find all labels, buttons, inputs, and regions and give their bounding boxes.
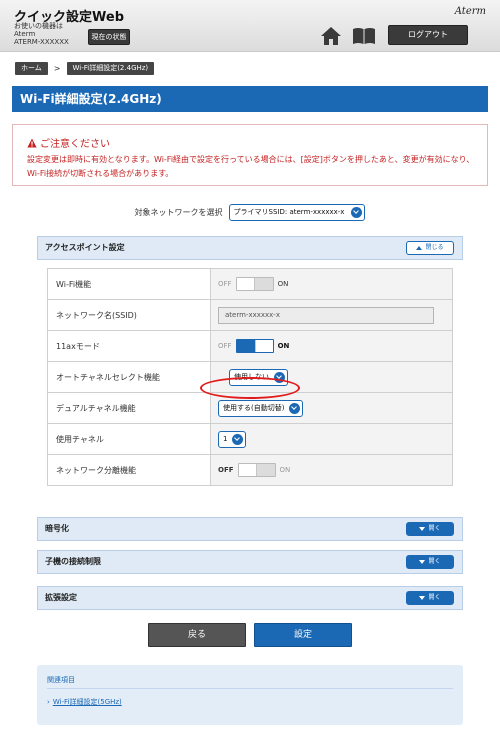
back-button[interactable]: 戻る: [148, 623, 246, 647]
table-row: 使用チャネル 1: [47, 423, 453, 455]
table-row: ネットワーク分離機能 OFF ON: [47, 454, 453, 486]
section-encryption-title: 暗号化: [45, 524, 69, 533]
wifi-function-toggle[interactable]: OFF ON: [218, 277, 288, 291]
section-access-point-title: アクセスポイント設定: [45, 243, 125, 252]
network-separation-toggle[interactable]: OFF ON: [218, 463, 290, 477]
section-advanced: 拡張設定 開く: [37, 586, 463, 610]
network-separation-label: ネットワーク分離機能: [47, 454, 211, 486]
ssid-label: ネットワーク名(SSID): [47, 299, 211, 331]
chevron-down-icon: [419, 559, 426, 564]
apply-button[interactable]: 設定: [254, 623, 352, 647]
dual-channel-select-value: 使用する(自動切替): [223, 403, 285, 412]
bullet-icon: ›: [47, 698, 50, 706]
expand-label: 開く: [428, 525, 441, 532]
toggle-knob: [254, 340, 273, 352]
expand-label: 開く: [428, 594, 441, 601]
toggle-off-label: OFF: [218, 280, 232, 288]
chevron-down-icon: [419, 595, 426, 600]
table-row: Wi-Fi機能 OFF ON: [47, 268, 453, 300]
ssid-value: aterm-xxxxxx-x: [210, 299, 453, 331]
breadcrumb-current: Wi-Fi詳細設定(2.4GHz): [66, 61, 155, 75]
header: クイック設定Web お使いの機器は Aterm ATERM-XXXXXX 現在の…: [0, 0, 500, 52]
table-row: ネットワーク名(SSID) aterm-xxxxxx-x: [47, 299, 453, 331]
channel-select[interactable]: 1: [218, 430, 247, 448]
expand-client-restriction-button[interactable]: 開く: [406, 555, 454, 569]
network-select[interactable]: プライマリSSID: aterm-xxxxxx-x: [228, 204, 366, 221]
ax-mode-toggle[interactable]: OFF ON: [218, 339, 289, 353]
page-title: Wi-Fi詳細設定(2.4GHz): [12, 86, 488, 112]
related-divider: [47, 688, 453, 689]
toggle-off-label: OFF: [218, 342, 232, 350]
related-link-text: Wi-Fi詳細設定(5GHz): [52, 698, 122, 706]
section-access-point: アクセスポイント設定 閉じる: [37, 236, 463, 260]
highlight-ring: [200, 377, 300, 399]
channel-value: 1: [210, 423, 453, 455]
section-client-restriction-title: 子機の接続制限: [45, 557, 101, 566]
home-icon[interactable]: [320, 26, 342, 46]
chevron-down-icon: [351, 207, 363, 218]
table-row: 11axモード OFF ON: [47, 330, 453, 362]
network-select-label: 対象ネットワークを選択: [134, 208, 223, 217]
expand-advanced-button[interactable]: 開く: [406, 591, 454, 605]
auto-channel-label: オートチャネルセレクト機能: [47, 361, 211, 393]
toggle-on-label: ON: [279, 466, 291, 474]
chevron-down-icon: [419, 526, 426, 531]
ax-mode-label: 11axモード: [47, 330, 211, 362]
section-advanced-title: 拡張設定: [45, 593, 77, 602]
expand-encryption-button[interactable]: 開く: [406, 522, 454, 536]
toggle-knob: [236, 278, 255, 290]
wifi-function-label: Wi-Fi機能: [47, 268, 211, 300]
notice-text: 設定変更は即時に有効となります。Wi-Fi経由で設定を行っている場合には、[設定…: [27, 155, 475, 178]
toggle-knob: [238, 464, 257, 476]
chevron-up-icon: [416, 245, 423, 250]
related-title: 関連項目: [47, 676, 75, 684]
toggle-track: [235, 277, 274, 291]
section-encryption: 暗号化 開く: [37, 517, 463, 541]
ax-mode-value: OFF ON: [210, 330, 453, 362]
current-status-button[interactable]: 現在の状態: [88, 29, 130, 45]
chevron-down-icon: [289, 402, 301, 414]
notice-box: ご注意ください 設定変更は即時に有効となります。Wi-Fi経由で設定を行っている…: [12, 124, 488, 186]
warning-icon: [27, 138, 37, 147]
toggle-on-label: ON: [277, 342, 290, 350]
ssid-input[interactable]: aterm-xxxxxx-x: [218, 306, 434, 324]
breadcrumb-home[interactable]: ホーム: [15, 61, 48, 75]
related-items: 関連項目 › Wi-Fi詳細設定(5GHz): [37, 665, 463, 725]
chevron-down-icon: [232, 433, 244, 445]
expand-label: 開く: [428, 558, 441, 565]
notice-title: ご注意ください: [27, 135, 110, 150]
toggle-on-label: ON: [277, 280, 289, 288]
related-link-5ghz[interactable]: › Wi-Fi詳細設定(5GHz): [47, 697, 122, 707]
breadcrumb-separator: >: [53, 63, 61, 73]
toggle-off-label: OFF: [218, 466, 234, 474]
network-separation-value: OFF ON: [210, 454, 453, 486]
device-name: Aterm: [14, 30, 36, 38]
dual-channel-select[interactable]: 使用する(自動切替): [218, 399, 304, 417]
dual-channel-label: デュアルチャネル機能: [47, 392, 211, 424]
channel-select-value: 1: [223, 434, 228, 443]
manual-book-icon[interactable]: [352, 27, 376, 45]
toggle-track: [237, 463, 276, 477]
section-client-restriction: 子機の接続制限 開く: [37, 550, 463, 574]
device-model: ATERM-XXXXXX: [14, 38, 69, 46]
collapse-label: 閉じる: [425, 244, 444, 251]
channel-label: 使用チャネル: [47, 423, 211, 455]
brand-logo: Aterm: [454, 6, 486, 17]
notice-title-text: ご注意ください: [40, 139, 110, 150]
collapse-access-point-button[interactable]: 閉じる: [406, 241, 454, 255]
logout-button[interactable]: ログアウト: [388, 25, 468, 45]
network-select-row: 対象ネットワークを選択 プライマリSSID: aterm-xxxxxx-x: [0, 204, 500, 221]
device-label: お使いの機器は: [14, 22, 63, 30]
network-select-value: プライマリSSID: aterm-xxxxxx-x: [233, 208, 345, 216]
toggle-track: [235, 339, 274, 353]
breadcrumb: ホーム > Wi-Fi詳細設定(2.4GHz): [15, 60, 155, 76]
wifi-function-value: OFF ON: [210, 268, 453, 300]
